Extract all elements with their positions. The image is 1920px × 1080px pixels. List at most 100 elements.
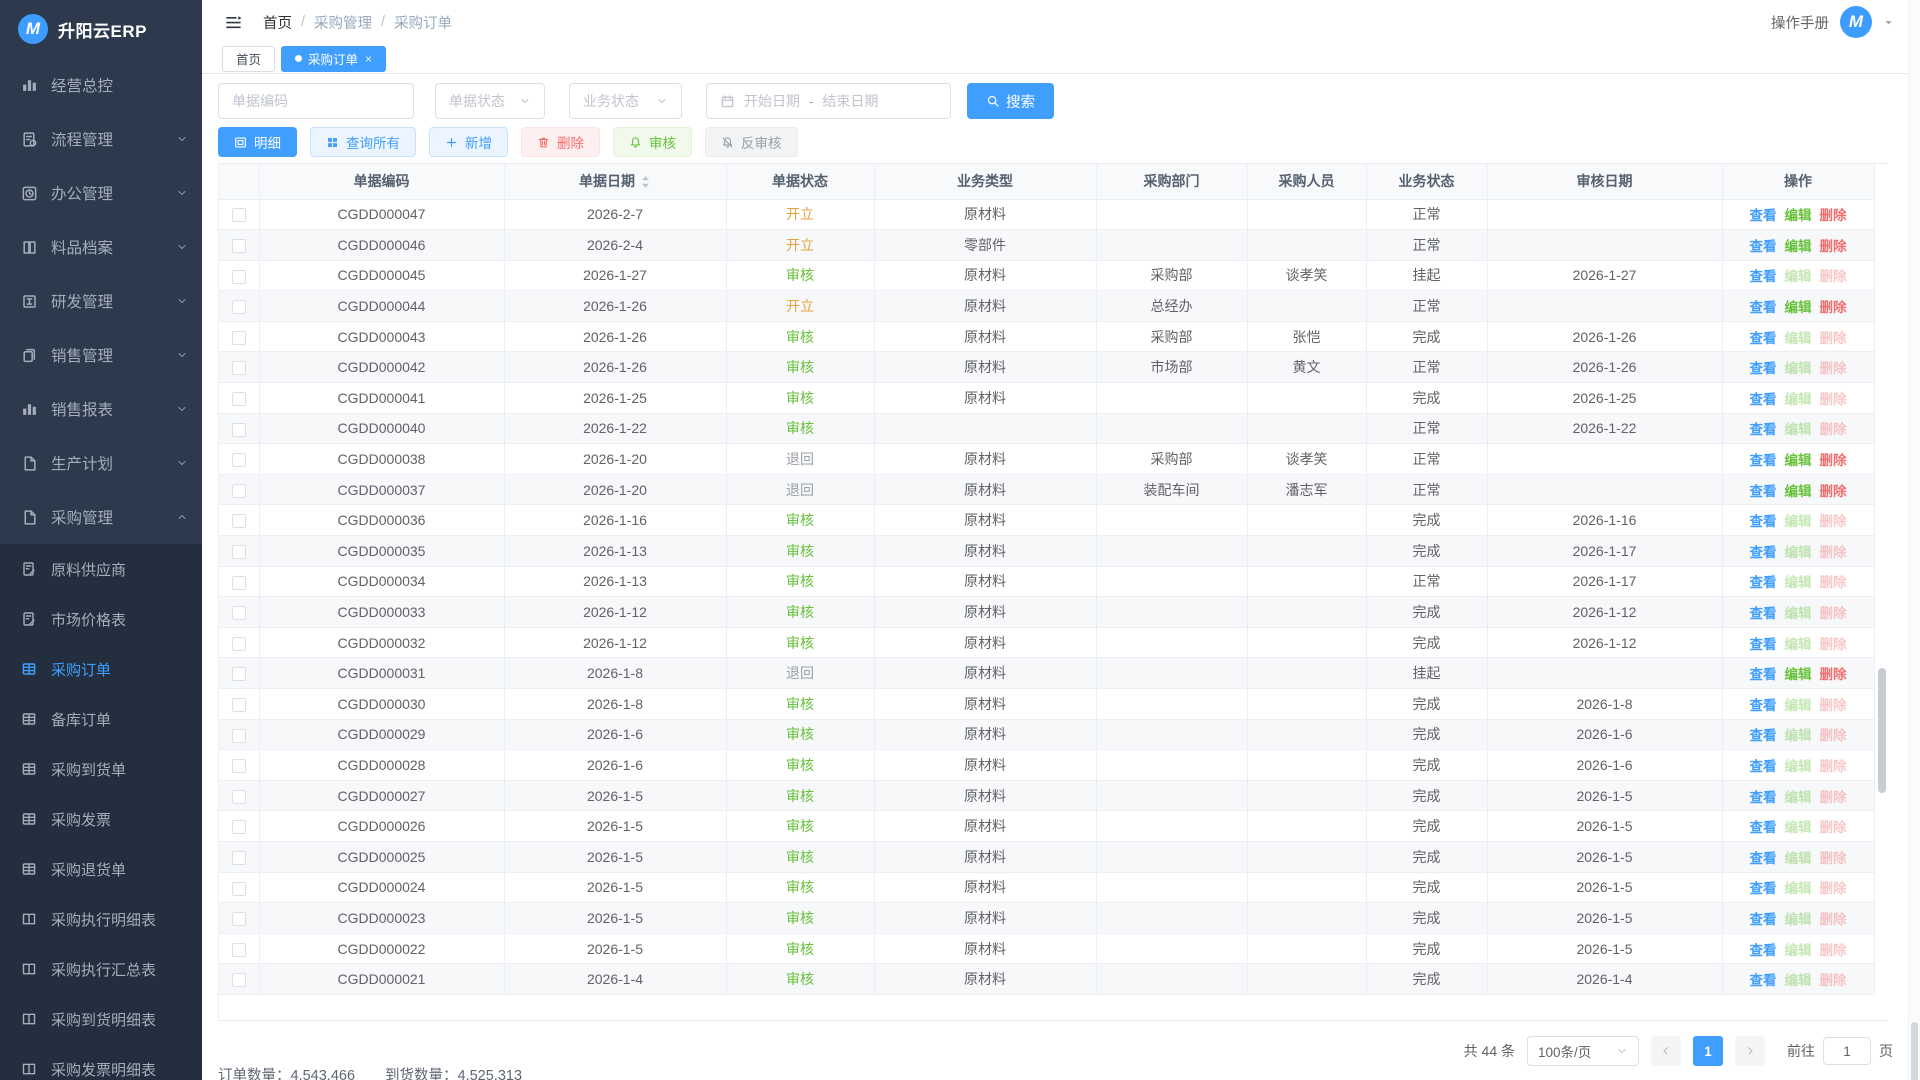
edit-link[interactable]: 编辑 bbox=[1785, 759, 1812, 774]
row-checkbox[interactable] bbox=[232, 331, 246, 345]
page-1-button[interactable]: 1 bbox=[1693, 1036, 1723, 1066]
biz-status-select[interactable]: 业务状态 bbox=[569, 83, 682, 119]
edit-link[interactable]: 编辑 bbox=[1785, 698, 1812, 713]
view-link[interactable]: 查看 bbox=[1750, 759, 1777, 774]
sidebar-item-sales[interactable]: 销售管理 bbox=[0, 328, 202, 382]
row-checkbox[interactable] bbox=[232, 973, 246, 987]
row-checkbox[interactable] bbox=[232, 943, 246, 957]
search-button[interactable]: 搜索 bbox=[967, 83, 1054, 119]
edit-link[interactable]: 编辑 bbox=[1785, 820, 1812, 835]
page-scrollbar-thumb[interactable] bbox=[1911, 1022, 1918, 1080]
delete-link[interactable]: 删除 bbox=[1820, 361, 1847, 376]
edit-link[interactable]: 编辑 bbox=[1785, 545, 1812, 560]
tab-home[interactable]: 首页 bbox=[222, 46, 275, 72]
sidebar-subitem-stock-order[interactable]: 备库订单 bbox=[0, 694, 202, 744]
sidebar-subitem-purchase-exec-detail[interactable]: 采购执行明细表 bbox=[0, 894, 202, 944]
delete-button[interactable]: 删除 bbox=[521, 127, 600, 157]
sidebar-item-sales-report[interactable]: 销售报表 bbox=[0, 382, 202, 436]
sidebar-item-business-overview[interactable]: 经营总控 bbox=[0, 58, 202, 112]
edit-link[interactable]: 编辑 bbox=[1785, 269, 1812, 284]
doc-status-select[interactable]: 单据状态 bbox=[435, 83, 545, 119]
sidebar-item-office[interactable]: 办公管理 bbox=[0, 166, 202, 220]
view-link[interactable]: 查看 bbox=[1750, 637, 1777, 652]
user-caret-icon[interactable] bbox=[1883, 17, 1894, 28]
view-link[interactable]: 查看 bbox=[1750, 514, 1777, 529]
delete-link[interactable]: 删除 bbox=[1820, 514, 1847, 529]
view-link[interactable]: 查看 bbox=[1750, 484, 1777, 499]
view-link[interactable]: 查看 bbox=[1750, 851, 1777, 866]
row-checkbox[interactable] bbox=[232, 606, 246, 620]
sidebar-item-rd[interactable]: 研发管理 bbox=[0, 274, 202, 328]
edit-link[interactable]: 编辑 bbox=[1785, 208, 1812, 223]
manual-link[interactable]: 操作手册 bbox=[1771, 12, 1829, 33]
row-checkbox[interactable] bbox=[232, 667, 246, 681]
sidebar-item-materials[interactable]: 料品档案 bbox=[0, 220, 202, 274]
sidebar-subitem-purchase-exec-summary[interactable]: 采购执行汇总表 bbox=[0, 944, 202, 994]
row-checkbox[interactable] bbox=[232, 820, 246, 834]
view-link[interactable]: 查看 bbox=[1750, 269, 1777, 284]
edit-link[interactable]: 编辑 bbox=[1785, 331, 1812, 346]
next-page-button[interactable] bbox=[1735, 1036, 1765, 1066]
delete-link[interactable]: 删除 bbox=[1820, 851, 1847, 866]
edit-link[interactable]: 编辑 bbox=[1785, 637, 1812, 652]
delete-link[interactable]: 删除 bbox=[1820, 698, 1847, 713]
edit-link[interactable]: 编辑 bbox=[1785, 881, 1812, 896]
view-link[interactable]: 查看 bbox=[1750, 575, 1777, 590]
breadcrumb-item[interactable]: 采购订单 bbox=[394, 12, 452, 33]
edit-link[interactable]: 编辑 bbox=[1785, 973, 1812, 988]
view-link[interactable]: 查看 bbox=[1750, 728, 1777, 743]
edit-link[interactable]: 编辑 bbox=[1785, 453, 1812, 468]
delete-link[interactable]: 删除 bbox=[1820, 422, 1847, 437]
edit-link[interactable]: 编辑 bbox=[1785, 943, 1812, 958]
row-checkbox[interactable] bbox=[232, 759, 246, 773]
code-input[interactable]: 单据编码 bbox=[218, 83, 414, 119]
row-checkbox[interactable] bbox=[232, 270, 246, 284]
row-checkbox[interactable] bbox=[232, 392, 246, 406]
row-checkbox[interactable] bbox=[232, 208, 246, 222]
delete-link[interactable]: 删除 bbox=[1820, 392, 1847, 407]
view-link[interactable]: 查看 bbox=[1750, 606, 1777, 621]
edit-link[interactable]: 编辑 bbox=[1785, 300, 1812, 315]
prev-page-button[interactable] bbox=[1651, 1036, 1681, 1066]
date-range-input[interactable]: 开始日期 - 结束日期 bbox=[706, 83, 951, 119]
delete-link[interactable]: 删除 bbox=[1820, 269, 1847, 284]
view-link[interactable]: 查看 bbox=[1750, 667, 1777, 682]
delete-link[interactable]: 删除 bbox=[1820, 300, 1847, 315]
edit-link[interactable]: 编辑 bbox=[1785, 422, 1812, 437]
edit-link[interactable]: 编辑 bbox=[1785, 484, 1812, 499]
sidebar-subitem-purchase-invoice-detail[interactable]: 采购发票明细表 bbox=[0, 1044, 202, 1080]
view-link[interactable]: 查看 bbox=[1750, 208, 1777, 223]
edit-link[interactable]: 编辑 bbox=[1785, 392, 1812, 407]
sidebar-subitem-market-price[interactable]: 市场价格表 bbox=[0, 594, 202, 644]
sidebar-subitem-purchase-arrival-detail[interactable]: 采购到货明细表 bbox=[0, 994, 202, 1044]
delete-link[interactable]: 删除 bbox=[1820, 575, 1847, 590]
row-checkbox[interactable] bbox=[232, 453, 246, 467]
table-scrollbar-thumb[interactable] bbox=[1878, 668, 1886, 793]
edit-link[interactable]: 编辑 bbox=[1785, 728, 1812, 743]
delete-link[interactable]: 删除 bbox=[1820, 606, 1847, 621]
col-date[interactable]: 单据日期 bbox=[504, 164, 726, 199]
view-link[interactable]: 查看 bbox=[1750, 545, 1777, 560]
view-link[interactable]: 查看 bbox=[1750, 820, 1777, 835]
delete-link[interactable]: 删除 bbox=[1820, 208, 1847, 223]
view-link[interactable]: 查看 bbox=[1750, 300, 1777, 315]
sidebar-subitem-purchase-return[interactable]: 采购退货单 bbox=[0, 844, 202, 894]
edit-link[interactable]: 编辑 bbox=[1785, 667, 1812, 682]
sidebar-item-production[interactable]: 生产计划 bbox=[0, 436, 202, 490]
edit-link[interactable]: 编辑 bbox=[1785, 912, 1812, 927]
sidebar-subitem-purchase-order[interactable]: 采购订单 bbox=[0, 644, 202, 694]
view-link[interactable]: 查看 bbox=[1750, 392, 1777, 407]
row-checkbox[interactable] bbox=[232, 729, 246, 743]
view-link[interactable]: 查看 bbox=[1750, 881, 1777, 896]
delete-link[interactable]: 删除 bbox=[1820, 943, 1847, 958]
sidebar-collapse-icon[interactable] bbox=[224, 13, 243, 32]
view-link[interactable]: 查看 bbox=[1750, 331, 1777, 346]
avatar[interactable]: M bbox=[1840, 6, 1872, 38]
view-link[interactable]: 查看 bbox=[1750, 943, 1777, 958]
sidebar-item-process[interactable]: 流程管理 bbox=[0, 112, 202, 166]
detail-button[interactable]: 明细 bbox=[218, 127, 297, 157]
view-link[interactable]: 查看 bbox=[1750, 361, 1777, 376]
delete-link[interactable]: 删除 bbox=[1820, 545, 1847, 560]
edit-link[interactable]: 编辑 bbox=[1785, 606, 1812, 621]
goto-page-input[interactable]: 1 bbox=[1823, 1037, 1871, 1065]
